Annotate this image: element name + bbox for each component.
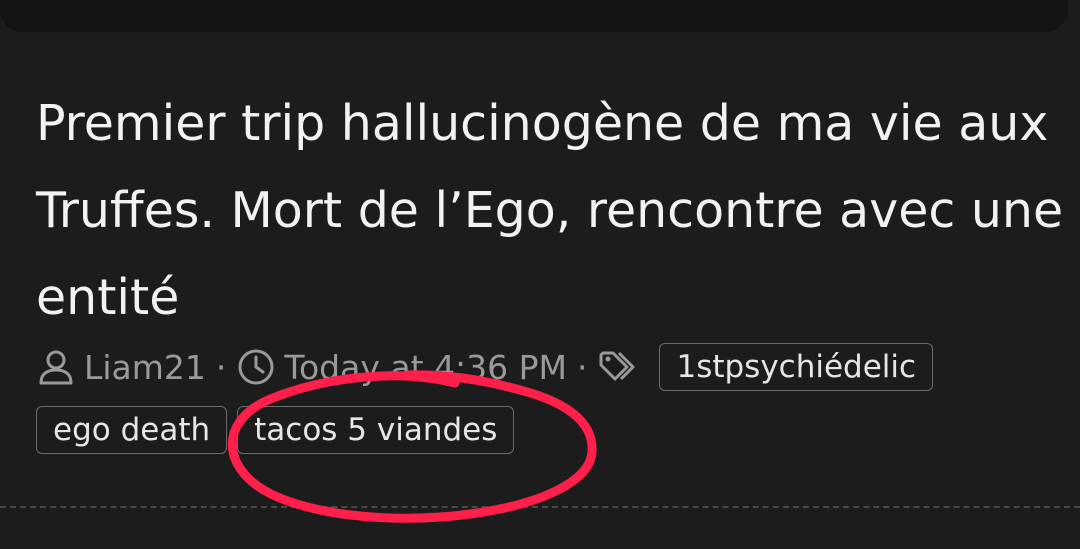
- tag-ego-death[interactable]: ego death: [36, 406, 228, 454]
- tags-row: ego death tacos 5 viandes: [36, 406, 515, 454]
- author-link[interactable]: Liam21: [84, 348, 206, 387]
- thread-title[interactable]: Premier trip hallucinogène de ma vie aux…: [36, 80, 1066, 341]
- previous-thread-card[interactable]: [0, 0, 1068, 32]
- tag-1stpsychiedelic[interactable]: 1stpsychiédelic: [659, 343, 934, 391]
- meta-separator: ·: [215, 347, 227, 387]
- divider: [0, 506, 1080, 508]
- post-date[interactable]: Today at 4:36 PM: [284, 348, 567, 387]
- tag-icon: [599, 351, 635, 381]
- clock-icon: [238, 349, 274, 385]
- meta-separator: ·: [576, 347, 588, 387]
- tag-tacos-5-viandes[interactable]: tacos 5 viandes: [237, 406, 515, 454]
- user-icon: [39, 350, 73, 385]
- thread-meta: Liam21 · Today at 4:36 PM · 1stpsychiéde…: [36, 343, 934, 391]
